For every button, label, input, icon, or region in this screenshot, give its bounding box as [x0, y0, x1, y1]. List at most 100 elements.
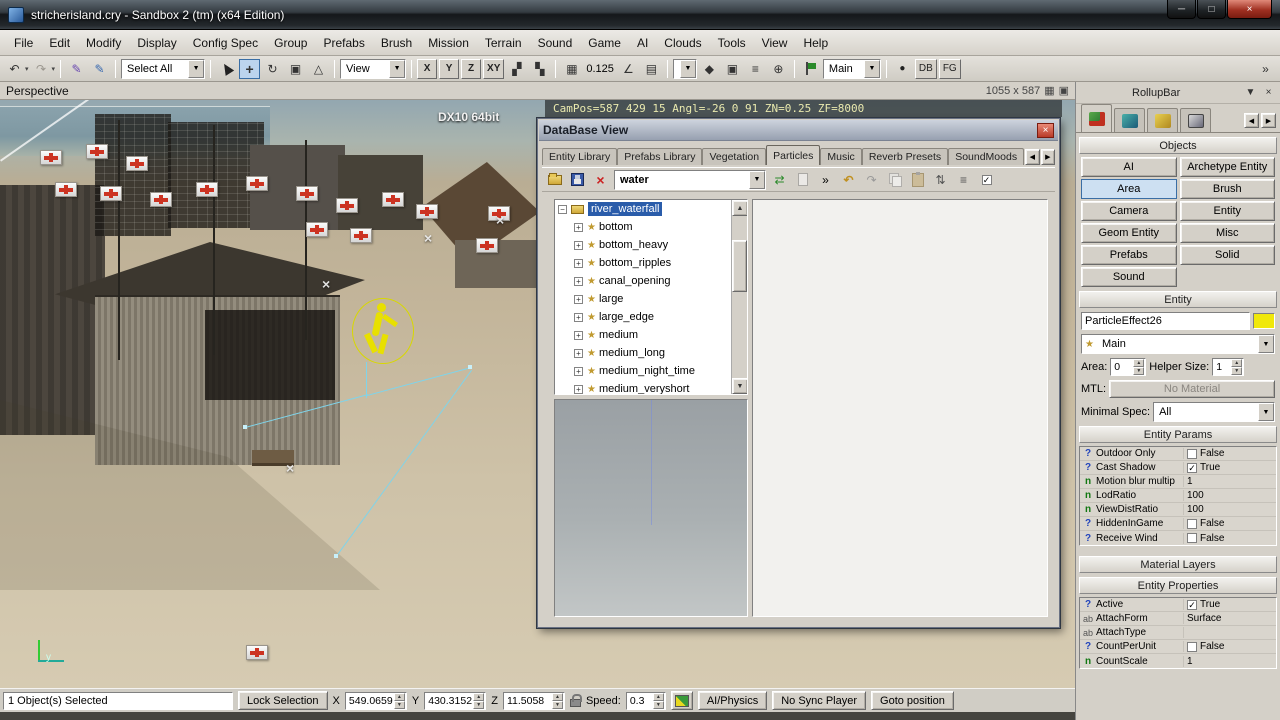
- follow-terrain-icon[interactable]: △: [308, 59, 329, 79]
- lock-axes-icon[interactable]: [569, 694, 582, 707]
- material-picker-icon[interactable]: ◆: [699, 59, 720, 79]
- object-button-ai[interactable]: AI: [1081, 157, 1177, 177]
- x-spinner[interactable]: ▲ ▼: [393, 692, 405, 709]
- particle-properties-panel[interactable]: [752, 199, 1048, 617]
- tree-scrollbar[interactable]: ▲ ▼: [731, 200, 747, 394]
- object-button-camera[interactable]: Camera: [1081, 201, 1177, 221]
- menu-display[interactable]: Display: [129, 32, 184, 54]
- expand-icon[interactable]: +: [574, 330, 583, 340]
- library-combo[interactable]: water ▼: [614, 169, 766, 190]
- object-button-entity[interactable]: Entity: [1179, 201, 1275, 221]
- database-view-button[interactable]: DB: [914, 58, 937, 79]
- axis-x-button[interactable]: X: [417, 58, 438, 79]
- menu-file[interactable]: File: [6, 32, 41, 54]
- menu-help[interactable]: Help: [795, 32, 836, 54]
- sort-icon[interactable]: ⇅: [931, 171, 950, 189]
- rollup-tab-display[interactable]: [1180, 108, 1211, 132]
- tree-item[interactable]: + ★ medium_long: [555, 344, 747, 362]
- scale-tool-icon[interactable]: ▣: [285, 59, 306, 79]
- expand-icon[interactable]: +: [574, 312, 583, 322]
- param-row[interactable]: n LodRatio 100: [1080, 489, 1276, 503]
- param-row[interactable]: ? Outdoor Only False: [1080, 447, 1276, 461]
- menu-prefabs[interactable]: Prefabs: [315, 32, 372, 54]
- toolbar-overflow-icon[interactable]: »: [1255, 59, 1276, 79]
- measure-icon[interactable]: ⊕: [768, 59, 789, 79]
- object-button-misc[interactable]: Misc: [1179, 223, 1275, 243]
- menu-group[interactable]: Group: [266, 32, 315, 54]
- chevron-down-icon[interactable]: ▼: [188, 59, 205, 78]
- z-coordinate-field[interactable]: 11.5058 ▲ ▼: [502, 691, 565, 710]
- expand-icon[interactable]: +: [574, 240, 583, 250]
- chevron-down-icon[interactable]: ▼: [679, 59, 696, 78]
- tree-root-label[interactable]: river_waterfall: [588, 202, 663, 216]
- unlink-object-icon[interactable]: ✎: [89, 59, 110, 79]
- goto-position-button[interactable]: Goto position: [871, 691, 954, 710]
- expand-icon[interactable]: +: [574, 366, 583, 376]
- param-row[interactable]: ? HiddenInGame False: [1080, 517, 1276, 531]
- rollup-tab-scroll-left-icon[interactable]: ◀: [1244, 113, 1259, 128]
- material-button[interactable]: No Material: [1109, 380, 1275, 398]
- redo-dropdown-icon[interactable]: ▾: [52, 65, 56, 73]
- particle-preview-panel[interactable]: [554, 399, 748, 617]
- camera-icon[interactable]: ▣: [722, 59, 743, 79]
- chevron-down-icon[interactable]: ▼: [1258, 403, 1274, 421]
- tab-scroll-left-icon[interactable]: ◀: [1025, 149, 1040, 165]
- mission-combo[interactable]: Main ▼: [822, 58, 881, 79]
- terrain-collision-icon[interactable]: [670, 691, 693, 710]
- named-selection-icon[interactable]: ▤: [641, 59, 662, 79]
- rollup-tab-terrain[interactable]: [1114, 108, 1145, 132]
- property-row[interactable]: n CountScale 1: [1080, 654, 1276, 668]
- param-row[interactable]: ? Cast Shadow ✓ True: [1080, 461, 1276, 475]
- tree-item[interactable]: + ★ large: [555, 290, 747, 308]
- object-button-area[interactable]: Area: [1081, 179, 1177, 199]
- menu-tools[interactable]: Tools: [710, 32, 754, 54]
- select-filter-combo[interactable]: Select All ▼: [121, 58, 206, 79]
- layers-icon[interactable]: ≡: [745, 59, 766, 79]
- tab-reverb-presets[interactable]: Reverb Presets: [861, 148, 949, 165]
- chevron-down-icon[interactable]: ▼: [863, 59, 880, 78]
- menu-mission[interactable]: Mission: [420, 32, 477, 54]
- property-row[interactable]: ab AttachForm Surface: [1080, 612, 1276, 626]
- database-close-icon[interactable]: ×: [1037, 122, 1054, 138]
- object-button-geom-entity[interactable]: Geom Entity: [1081, 223, 1177, 243]
- view-combo[interactable]: View ▼: [340, 58, 407, 79]
- tab-vegetation[interactable]: Vegetation: [702, 148, 767, 165]
- toolbar-overflow-icon[interactable]: »: [816, 171, 835, 189]
- axis-xy-button[interactable]: XY: [483, 58, 505, 79]
- list-icon[interactable]: ≡: [954, 171, 973, 189]
- chevron-down-icon[interactable]: ▼: [389, 59, 406, 78]
- redo-icon[interactable]: ↷: [862, 171, 881, 189]
- helper-size-stepper[interactable]: 1 ▲ ▼: [1212, 358, 1245, 376]
- save-library-icon[interactable]: [568, 171, 587, 189]
- checkbox-unchecked[interactable]: [1187, 533, 1197, 543]
- remove-library-icon[interactable]: ×: [591, 171, 610, 189]
- rollup-tab-modelling[interactable]: [1147, 108, 1178, 132]
- expand-icon[interactable]: +: [574, 294, 583, 304]
- viewport-grid-icon[interactable]: ▦: [1044, 84, 1054, 97]
- z-spinner[interactable]: ▲ ▼: [551, 692, 563, 709]
- object-button-sound[interactable]: Sound: [1081, 267, 1177, 287]
- rotate-tool-icon[interactable]: ↻: [262, 59, 283, 79]
- entity-properties-section-header[interactable]: Entity Properties: [1079, 577, 1277, 594]
- menu-ai[interactable]: AI: [629, 32, 656, 54]
- close-button[interactable]: ×: [1227, 0, 1272, 19]
- checkbox-unchecked[interactable]: [1187, 641, 1197, 652]
- tree-item[interactable]: + ★ bottom: [555, 218, 747, 236]
- tab-music[interactable]: Music: [820, 148, 862, 165]
- param-row[interactable]: ? Receive Wind False: [1080, 531, 1276, 545]
- flowgraph-button[interactable]: FG: [938, 58, 961, 79]
- open-library-icon[interactable]: [545, 171, 564, 189]
- expand-icon[interactable]: +: [574, 222, 583, 232]
- particle-effect-combo[interactable]: ★ Main ▼: [1081, 334, 1275, 354]
- menu-edit[interactable]: Edit: [41, 32, 78, 54]
- pin-icon[interactable]: ▼: [1243, 86, 1258, 100]
- entity-color-swatch[interactable]: [1253, 313, 1275, 329]
- menu-config-spec[interactable]: Config Spec: [185, 32, 266, 54]
- title-bar[interactable]: stricherisland.cry - Sandbox 2 (tm) (x64…: [0, 0, 1280, 30]
- entity-name-field[interactable]: ParticleEffect26: [1081, 312, 1250, 330]
- terrain-slope-icon[interactable]: ▚: [529, 59, 550, 79]
- rollup-tab-objects[interactable]: [1081, 104, 1112, 132]
- tab-particles[interactable]: Particles: [766, 145, 821, 165]
- tree-item[interactable]: + ★ large_edge: [555, 308, 747, 326]
- undo-icon[interactable]: ↶: [839, 171, 858, 189]
